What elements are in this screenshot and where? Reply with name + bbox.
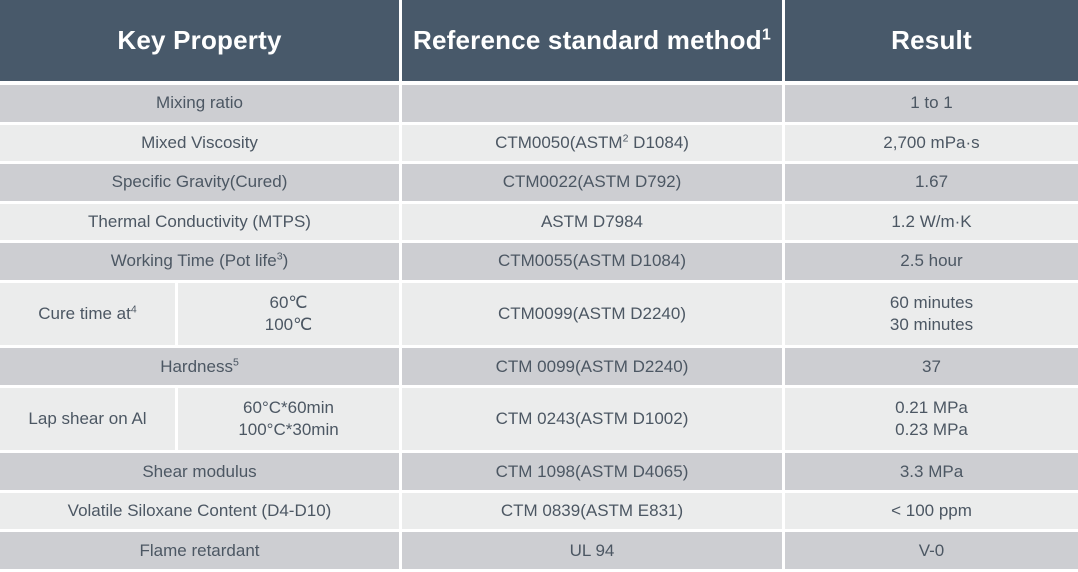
- header-key-property: Key Property: [0, 0, 402, 85]
- cell-reference-standard-method: CTM 0839(ASTM E831): [402, 492, 785, 533]
- cell-key-property: Lap shear on Al: [0, 387, 178, 454]
- cell-key-property: Thermal Conductivity (MTPS): [0, 203, 402, 243]
- cell-reference-standard-method: CTM0055(ASTM D1084): [402, 243, 785, 283]
- table-body: Mixing ratio 1 to 1 Mixed Viscosity CTM0050…: [0, 85, 1078, 572]
- cell-reference-standard-method: UL 94: [402, 532, 785, 572]
- cell-result: < 100 ppm: [785, 492, 1078, 533]
- cell-result: 60 minutes 30 minutes: [785, 282, 1078, 349]
- table-row: Thermal Conductivity (MTPS) ASTM D7984 1.2…: [0, 203, 1078, 243]
- cell-result: 3.3 MPa: [785, 453, 1078, 493]
- cell-key-property: Shear modulus: [0, 453, 402, 493]
- cell-result: 1.67: [785, 164, 1078, 204]
- cell-reference-standard-method: [402, 85, 785, 125]
- cell-reference-standard-method: CTM0050(ASTM2 D1084): [402, 124, 785, 164]
- table-header: Key Property Reference standard method1 …: [0, 0, 1078, 85]
- cell-key-property-condition: 60℃ 100℃: [178, 282, 402, 349]
- cell-key-property: Volatile Siloxane Content (D4-D10): [0, 492, 402, 533]
- reference-footnote-marker: 2: [622, 132, 629, 145]
- table-row: Lap shear on Al 60°C*60min 100°C*30min CTM…: [0, 387, 1078, 454]
- key-property-footnote-marker: 5: [232, 355, 239, 368]
- table-row: Shear modulus CTM 1098(ASTM D4065) 3.3 MPa: [0, 453, 1078, 493]
- table-row: Volatile Siloxane Content (D4-D10) CTM 08…: [0, 492, 1078, 533]
- cell-result: V-0: [785, 532, 1078, 572]
- cell-key-property: Mixed Viscosity: [0, 124, 402, 164]
- cell-reference-standard-method: ASTM D7984: [402, 203, 785, 243]
- cell-result: 1 to 1: [785, 85, 1078, 125]
- cell-reference-standard-method: CTM0099(ASTM D2240): [402, 282, 785, 349]
- cell-key-property: Flame retardant: [0, 532, 402, 572]
- cell-reference-standard-method: CTM 1098(ASTM D4065): [402, 453, 785, 493]
- header-reference-standard-method: Reference standard method1: [402, 0, 785, 85]
- cell-result: 0.21 MPa 0.23 MPa: [785, 387, 1078, 454]
- header-result: Result: [785, 0, 1078, 85]
- header-reference-standard-method-label: Reference standard method: [412, 25, 762, 56]
- cell-key-property-condition: 60°C*60min 100°C*30min: [178, 387, 402, 454]
- cell-key-property: Hardness5: [0, 348, 402, 388]
- specification-table: Key Property Reference standard method 1 …: [0, 0, 1078, 572]
- table-row: Hardness5 CTM 0099(ASTM D2240) 37: [0, 348, 1078, 388]
- cell-reference-standard-method: CTM 0099(ASTM D2240): [402, 348, 785, 388]
- table-row: Mixing ratio 1 to 1: [0, 85, 1078, 125]
- key-property-footnote-marker: 3: [276, 250, 283, 263]
- cell-result: 37: [785, 348, 1078, 388]
- cell-reference-standard-method: CTM 0243(ASTM D1002): [402, 387, 785, 454]
- cell-reference-standard-method: CTM0022(ASTM D792): [402, 164, 785, 204]
- cell-result: 2.5 hour: [785, 243, 1078, 283]
- key-property-footnote-marker: 4: [130, 303, 137, 316]
- cell-result: 2,700 mPa·s: [785, 124, 1078, 164]
- cell-result: 1.2 W/m·K: [785, 203, 1078, 243]
- table-row: Working Time (Pot life3) CTM0055(ASTM D10…: [0, 243, 1078, 283]
- table-row: Cure time at4 60℃ 100℃ CTM0099(ASTM D2240)…: [0, 282, 1078, 349]
- table-row: Mixed Viscosity CTM0050(ASTM2 D1084) 2,700…: [0, 124, 1078, 164]
- cell-key-property: Mixing ratio: [0, 85, 402, 125]
- header-row: Key Property Reference standard method1 …: [0, 0, 1078, 85]
- cell-key-property: Cure time at4: [0, 282, 178, 349]
- table-row: Specific Gravity(Cured) CTM0022(ASTM D792…: [0, 164, 1078, 204]
- header-reference-footnote-marker: 1: [761, 25, 772, 44]
- table-row: Flame retardant UL 94 V-0: [0, 532, 1078, 572]
- cell-key-property: Working Time (Pot life3): [0, 243, 402, 283]
- cell-key-property: Specific Gravity(Cured): [0, 164, 402, 204]
